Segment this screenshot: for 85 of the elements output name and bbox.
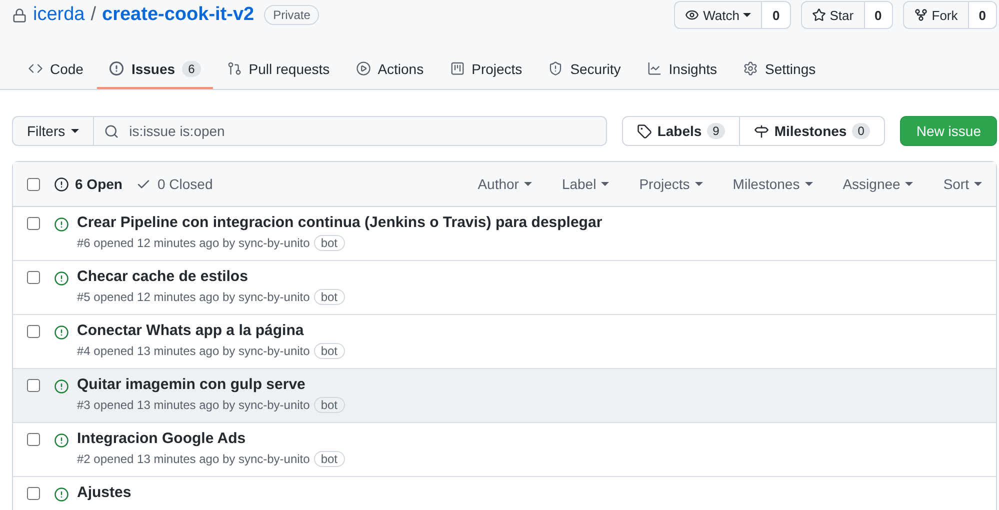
select-all-checkbox[interactable] (27, 178, 40, 190)
open-issue-icon (54, 325, 69, 340)
issue-row[interactable]: Quitar imagemin con gulp serve #3 opened 13 minutes ago by sync-by-unito bot (13, 369, 996, 423)
visibility-label: Private (264, 5, 320, 25)
bot-label: bot (314, 451, 345, 467)
search-field[interactable]: is:issue is:open (94, 116, 608, 146)
fork-icon (914, 8, 928, 22)
owner-link[interactable]: icerda (33, 4, 85, 26)
filter-dropdown[interactable]: Label (562, 176, 610, 192)
play-icon (356, 61, 371, 76)
code-icon (28, 61, 43, 76)
tab-counter: 6 (182, 60, 201, 76)
caret-icon (524, 182, 532, 186)
open-issue-icon (54, 433, 69, 448)
issue-title[interactable]: Ajustes (77, 484, 132, 501)
filter-dropdown[interactable]: Assignee (842, 176, 914, 192)
caret-icon (694, 182, 703, 186)
shield-icon (548, 61, 564, 76)
bot-label: bot (314, 343, 345, 359)
settings-icon (743, 61, 758, 76)
issue-icon (109, 61, 124, 76)
pull-request-icon (226, 61, 242, 76)
caret-icon (804, 182, 813, 186)
closed-filter[interactable]: 0 Closed (136, 176, 213, 192)
open-issue-icon (54, 487, 69, 502)
caret-icon (601, 182, 610, 186)
star-icon (812, 8, 826, 22)
filter-dropdown[interactable]: Sort (943, 176, 982, 192)
bot-label: bot (314, 397, 345, 413)
issue-title[interactable]: Quitar imagemin con gulp serve (77, 376, 345, 393)
issue-title[interactable]: Conectar Whats app a la página (77, 322, 345, 339)
nav-tab[interactable]: Pull requests (214, 50, 342, 89)
caret-icon (974, 182, 982, 186)
issue-checkbox[interactable] (27, 325, 40, 338)
open-issue-icon (54, 379, 69, 394)
nav-tab[interactable]: Code (16, 50, 96, 89)
milestones-counter: 0 (852, 123, 870, 139)
issue-checkbox[interactable] (27, 433, 40, 446)
issue-checkbox[interactable] (27, 487, 40, 500)
caret-icon (71, 129, 80, 133)
issue-checkbox[interactable] (27, 271, 40, 284)
nav-tab[interactable]: Insights (634, 50, 730, 89)
bot-label: bot (314, 289, 345, 305)
board-icon (450, 61, 465, 76)
milestones-button[interactable]: Milestones 0 (739, 117, 884, 145)
labels-button[interactable]: Labels 9 (623, 117, 740, 145)
lock-icon (12, 8, 27, 22)
tag-icon (637, 124, 652, 138)
caret-icon (743, 13, 752, 17)
count-link[interactable]: 0 (864, 2, 892, 28)
nav-tab[interactable]: Actions (344, 50, 436, 89)
open-issue-icon (54, 217, 69, 232)
nav-tab[interactable]: Security (536, 50, 633, 89)
repo-link[interactable]: create-cook-it-v2 (102, 4, 254, 26)
search-icon (104, 124, 120, 138)
graph-icon (646, 61, 662, 76)
filter-dropdown[interactable]: Milestones (732, 176, 813, 192)
nav-tab[interactable]: Projects (438, 50, 534, 89)
issue-meta: #5 opened 12 minutes ago by sync-by-unito (77, 290, 310, 304)
open-issue-icon (54, 271, 69, 286)
issue-meta: #3 opened 13 minutes ago by sync-by-unito (77, 398, 310, 412)
count-link[interactable]: 0 (762, 2, 790, 28)
issue-title[interactable]: Integracion Google Ads (77, 430, 345, 447)
labels-counter: 9 (706, 123, 726, 139)
issue-checkbox[interactable] (27, 217, 40, 230)
open-filter[interactable]: 6 Open (54, 176, 122, 192)
issue-checkbox[interactable] (27, 379, 40, 392)
eye-icon (685, 8, 700, 22)
count-link[interactable]: 0 (968, 2, 996, 28)
issue-meta: #4 opened 13 minutes ago by sync-by-unito (77, 344, 310, 358)
caret-icon (905, 182, 914, 186)
nav-tab[interactable]: Settings (731, 50, 828, 89)
signpost-icon (754, 124, 770, 138)
issue-title[interactable]: Checar cache de estilos (77, 268, 345, 285)
issue-meta: #6 opened 12 minutes ago by sync-by-unito (77, 236, 310, 250)
filter-dropdown[interactable]: Projects (639, 176, 703, 192)
filter-dropdown[interactable]: Author (478, 176, 532, 192)
nav-tab[interactable]: Issues 6 (97, 50, 213, 89)
bot-label: bot (314, 235, 345, 251)
filters-button[interactable]: Filters (12, 116, 94, 146)
issue-icon (54, 176, 69, 192)
issue-meta: #2 opened 13 minutes ago by sync-by-unito (77, 452, 310, 466)
path-separator: / (90, 4, 96, 26)
search-input[interactable]: is:issue is:open (127, 122, 596, 140)
issue-title[interactable]: Crear Pipeline con integracion continua (Jenkins o Travis) para desplegar (77, 214, 602, 231)
